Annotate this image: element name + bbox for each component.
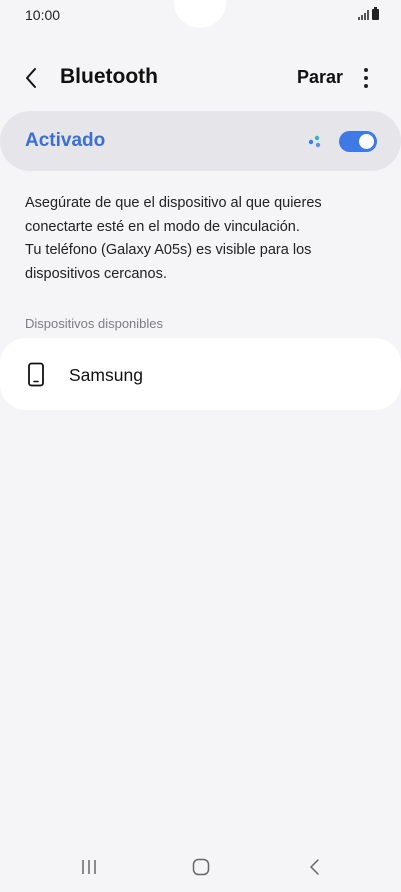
device-list-item[interactable]: Samsung [0, 338, 401, 410]
more-options-button[interactable] [356, 64, 376, 92]
recents-icon[interactable] [80, 858, 100, 876]
visibility-description: Asegúrate de que el dispositivo al que q… [25, 192, 375, 286]
chevron-left-icon [26, 68, 36, 88]
page-title: Bluetooth [60, 65, 158, 88]
back-icon[interactable] [306, 857, 322, 877]
bluetooth-toggle-switch[interactable] [339, 131, 377, 152]
phone-icon [28, 362, 44, 387]
signal-icon [358, 10, 369, 20]
system-nav-bar [0, 850, 401, 886]
camera-notch [174, 0, 226, 28]
scanning-icon [308, 135, 321, 148]
description-line: Tu teléfono (Galaxy A05s) es visible par… [25, 242, 312, 258]
app-header: Bluetooth Parar [0, 56, 401, 100]
available-devices-header: Dispositivos disponibles [25, 316, 164, 331]
bluetooth-state-label: Activado [25, 130, 106, 151]
stop-button[interactable]: Parar [297, 67, 343, 88]
more-vertical-icon [364, 68, 368, 72]
back-button[interactable] [18, 64, 48, 92]
home-icon[interactable] [191, 857, 211, 877]
battery-icon [372, 7, 379, 20]
toggle-knob [359, 134, 374, 149]
status-time: 10:00 [25, 7, 61, 23]
status-icons [358, 7, 379, 20]
device-name: Samsung [69, 365, 143, 385]
description-line: dispositivos cercanos. [25, 265, 167, 282]
description-line: Asegúrate de que el dispositivo al que q… [25, 195, 322, 211]
description-line: conectarte esté en el modo de vinculació… [25, 218, 300, 235]
status-bar: 10:00 [0, 0, 401, 34]
bluetooth-toggle-row[interactable]: Activado [0, 111, 401, 171]
